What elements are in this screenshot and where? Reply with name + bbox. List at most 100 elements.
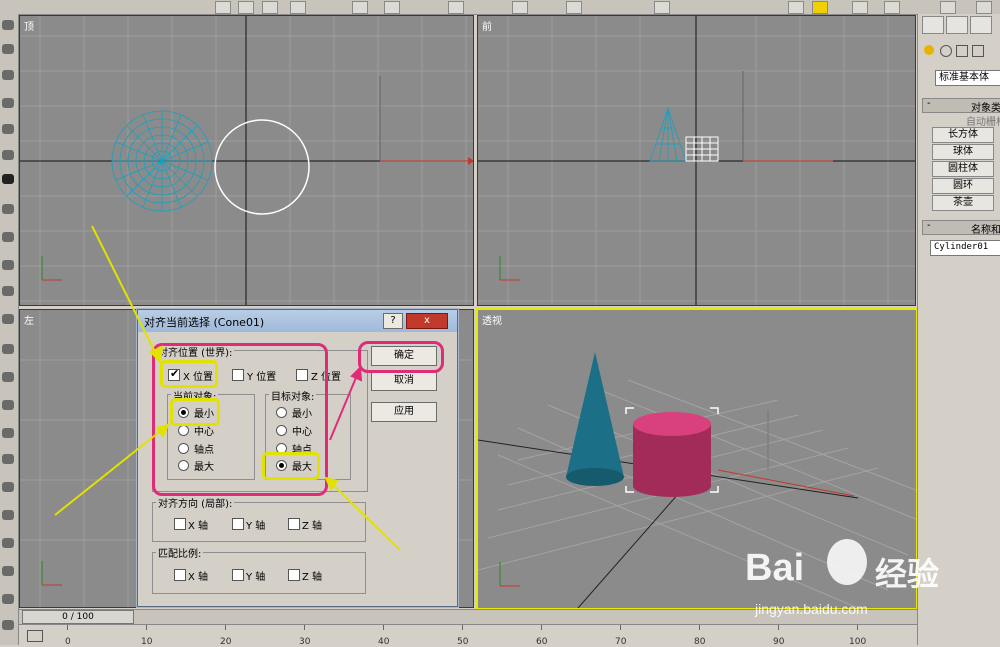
ruler-tick [620,625,621,630]
lights-icon[interactable] [956,45,968,57]
cameras-icon[interactable] [972,45,984,57]
top-view-graphic [20,16,473,305]
material-editor-icon[interactable] [852,1,868,14]
quick-render-icon[interactable] [976,1,992,14]
primitive-type-dropdown[interactable]: 标准基本体 [935,70,1000,86]
hook-tool-icon[interactable] [2,428,14,438]
highlight-x-position [160,360,218,388]
puzzle-tool-icon[interactable] [2,286,14,296]
name-color-rollout[interactable]: - 名称和 [922,220,1000,236]
orient-x-checkbox[interactable] [174,518,186,530]
cone-shape [566,352,624,477]
cone-wire-front [649,106,687,162]
match-scale-title: 匹配比例: [156,545,204,560]
snap-icon[interactable] [448,1,464,14]
cylinder-button[interactable]: 圆柱体 [932,161,994,177]
scale-y-label: Y 轴 [246,572,266,583]
modify-tab-icon[interactable] [946,16,968,34]
scale-y-checkbox[interactable] [232,569,244,581]
spring-tool-icon[interactable] [2,482,14,492]
hierarchy-tab-icon[interactable] [970,16,992,34]
layer-icon[interactable] [788,1,804,14]
cylinder-outline-top [214,119,310,215]
mirror-icon[interactable] [566,1,582,14]
highlight-current-min [170,398,220,426]
collapse-icon: - [927,98,931,109]
cancel-button[interactable]: 取消 [371,371,437,391]
orient-z-label: Z 轴 [302,521,323,532]
coil-tool-icon[interactable] [2,510,14,520]
ruler-label: 30 [299,637,311,647]
orient-y-label: Y 轴 [246,521,266,532]
render-setup-icon[interactable] [884,1,900,14]
scale-z-checkbox[interactable] [288,569,300,581]
apply-button[interactable]: 应用 [371,402,437,422]
pin-tool-icon[interactable] [2,538,14,548]
ruler-label: 10 [141,637,153,647]
category-icons [922,43,998,59]
orient-y-checkbox[interactable] [232,518,244,530]
sphere-button[interactable]: 球体 [932,144,994,160]
select-tool-icon[interactable] [215,1,231,14]
figure-tool-icon[interactable] [2,344,14,354]
chain-tool-icon[interactable] [2,372,14,382]
geometry-icon[interactable] [924,45,934,55]
front-view-graphic [478,16,915,305]
baidu-watermark: Bai 经验 jingyan.baidu.com [745,535,960,635]
orient-x-label: X 轴 [188,521,209,532]
dialog-title: 对齐当前选择 (Cone01) [144,316,265,329]
scale-x-label: X 轴 [188,572,209,583]
axis-tripod [41,256,62,281]
move-icon[interactable] [290,1,306,14]
time-slider[interactable]: 0 / 100 [22,610,134,624]
scale-z-label: Z 轴 [302,572,323,583]
window-crossing-icon[interactable] [262,1,278,14]
scale-x-checkbox[interactable] [174,569,186,581]
create-tab-icon[interactable] [922,16,944,34]
paint-tool-icon[interactable] [2,150,14,160]
named-selection-icon[interactable] [654,1,670,14]
left-tool-column [0,14,19,645]
highlight-ok-frame [358,341,444,373]
cup-tool-icon[interactable] [2,314,14,324]
align-orientation-title: 对齐方向 (局部): [156,495,235,510]
magnet-tool-icon[interactable] [2,98,14,108]
scale-icon[interactable] [384,1,400,14]
ruler-tick [304,625,305,630]
viewport-front[interactable]: 前 [477,15,916,306]
pen-tool-icon[interactable] [2,70,14,80]
angle-snap-icon[interactable] [512,1,528,14]
settings-tool-icon[interactable] [2,620,14,630]
lock-tool-icon[interactable] [2,174,14,184]
viewport-top[interactable]: 顶 [19,15,474,306]
object-name-field[interactable]: Cylinder01 [930,240,1000,256]
object-type-rollout[interactable]: - 对象类 [922,98,1000,114]
close-button[interactable]: x [406,313,448,329]
knot-tool-icon[interactable] [2,566,14,576]
ruler-label: 100 [849,637,867,647]
align-icon[interactable] [812,1,828,14]
teapot-button[interactable]: 茶壶 [932,195,994,211]
gear-tool-icon[interactable] [2,260,14,270]
fan-tool-icon[interactable] [2,454,14,464]
torus-button[interactable]: 圆环 [932,178,994,194]
bucket-tool-icon[interactable] [2,232,14,242]
rotate-icon[interactable] [352,1,368,14]
shapes-icon[interactable] [940,45,952,57]
render-icon[interactable] [940,1,956,14]
ruler-label: 40 [378,637,390,647]
brush-tool-icon[interactable] [2,44,14,54]
ruler-tick [383,625,384,630]
hand-tool-icon[interactable] [2,20,14,30]
ruler-label: 80 [694,637,706,647]
help-button[interactable]: ? [383,313,403,329]
orient-z-checkbox[interactable] [288,518,300,530]
box-button[interactable]: 长方体 [932,127,994,143]
wave-tool-icon[interactable] [2,594,14,604]
bend-tool-icon[interactable] [2,400,14,410]
link-tool-icon[interactable] [2,124,14,134]
cone-wire-top [111,110,213,212]
curve-tool-icon[interactable] [2,204,14,214]
track-bar-icon[interactable] [27,630,43,642]
select-region-icon[interactable] [238,1,254,14]
